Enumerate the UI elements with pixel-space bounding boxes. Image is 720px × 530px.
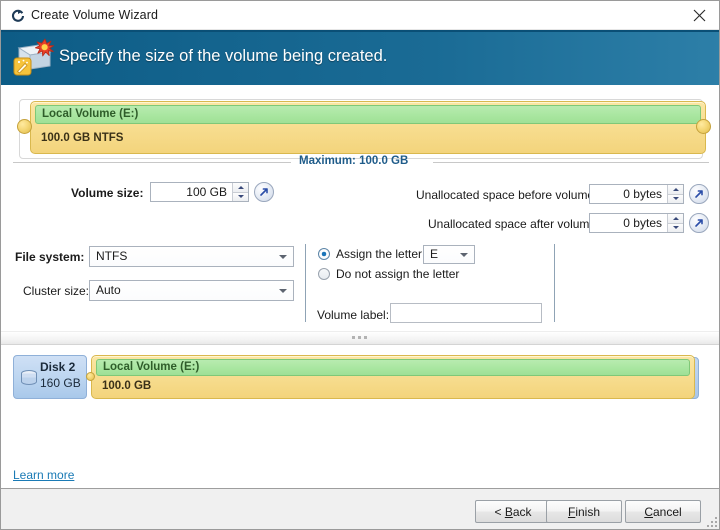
volume-size-input[interactable]: 100 GB (150, 182, 249, 202)
slider-volume-name: Local Volume (E:) (42, 108, 139, 120)
disk-volume-usage-bar: Local Volume (E:) (96, 359, 690, 376)
assign-letter-radio-row[interactable]: Assign the letter: (318, 247, 425, 261)
volume-size-value: 100 GB (186, 185, 227, 199)
disk-row[interactable]: Disk 2 160 GB Local Volume (E:) 100.0 GB (13, 355, 713, 403)
disk-map-panel: Disk 2 160 GB Local Volume (E:) 100.0 GB (1, 346, 719, 456)
drive-letter-select[interactable]: E (423, 245, 475, 264)
cancel-button[interactable]: Cancel (625, 500, 701, 523)
do-not-assign-radio[interactable] (318, 268, 330, 280)
file-system-value: NTFS (96, 249, 128, 263)
volume-size-spin-down[interactable] (233, 192, 248, 201)
chevron-down-icon (460, 253, 468, 257)
resize-grip-icon[interactable] (707, 517, 718, 528)
assign-letter-label: Assign the letter: (336, 247, 426, 261)
create-volume-wizard-window: Create Volume Wizard Specify the size of… (0, 0, 720, 530)
assign-letter-radio[interactable] (318, 248, 330, 260)
file-system-select[interactable]: NTFS (89, 246, 294, 267)
create-volume-icon (11, 36, 55, 78)
dialog-footer: < Back Finish Cancel (1, 488, 719, 529)
unallocated-before-value: 0 bytes (623, 187, 662, 201)
disk-volume-block[interactable]: Local Volume (E:) 100.0 GB (91, 355, 695, 399)
disk-volume-handle[interactable] (86, 372, 95, 381)
panel-separator-left (305, 244, 306, 322)
drive-letter-value: E (430, 247, 439, 261)
chevron-down-icon (279, 255, 287, 259)
cluster-size-select[interactable]: Auto (89, 280, 294, 301)
volume-size-spin-up[interactable] (233, 183, 248, 193)
disk-capacity: 160 GB (40, 376, 81, 390)
finish-button-label: Finish (567, 504, 601, 519)
splitter-grip-icon (352, 336, 367, 339)
banner-heading: Specify the size of the volume being cre… (59, 47, 388, 65)
unallocated-after-label: Unallocated space after volume: (428, 217, 600, 231)
slider-handle-right[interactable] (696, 119, 711, 134)
unallocated-before-spin-down[interactable] (668, 194, 683, 203)
unallocated-before-label: Unallocated space before volume: (416, 188, 598, 202)
disk-name: Disk 2 (40, 360, 76, 374)
window-title: Create Volume Wizard (31, 8, 159, 22)
chevron-down-icon (279, 289, 287, 293)
unallocated-after-input[interactable]: 0 bytes (589, 213, 684, 233)
unallocated-after-spin-down[interactable] (668, 223, 683, 232)
unallocated-before-spinner[interactable] (667, 185, 683, 203)
title-bar: Create Volume Wizard (1, 1, 719, 30)
maximum-label: Maximum: 100.0 GB (299, 155, 409, 167)
disk-stack-icon (19, 368, 39, 388)
finish-button[interactable]: Finish (546, 500, 622, 523)
slider-volume-size-text: 100.0 GB NTFS (41, 132, 124, 144)
back-button[interactable]: < Back (475, 500, 551, 523)
volume-label-input[interactable] (390, 303, 542, 323)
learn-more-link[interactable]: Learn more (13, 468, 74, 482)
unallocated-before-spin-up[interactable] (668, 185, 683, 195)
close-icon[interactable] (677, 1, 719, 29)
cluster-size-value: Auto (96, 283, 121, 297)
slider-track: Local Volume (E:) 100.0 GB NTFS (19, 99, 706, 159)
disk-volume-size: 100.0 GB (102, 380, 152, 392)
do-not-assign-radio-row[interactable]: Do not assign the letter (318, 267, 459, 281)
disk-volume-name: Local Volume (E:) (103, 361, 200, 373)
unallocated-before-input[interactable]: 0 bytes (589, 184, 684, 204)
volume-size-label: Volume size: (71, 186, 144, 200)
volume-label-label: Volume label: (317, 308, 390, 322)
disk-header[interactable]: Disk 2 160 GB (13, 355, 87, 399)
slider-volume-block[interactable]: Local Volume (E:) 100.0 GB NTFS (30, 101, 706, 154)
wizard-banner: Specify the size of the volume being cre… (1, 30, 719, 85)
maximum-group-line: Maximum: 100.0 GB (13, 155, 709, 169)
unallocated-after-spin-up[interactable] (668, 214, 683, 224)
unallocated-before-maximize-button[interactable] (689, 184, 709, 204)
slider-volume-usage-bar: Local Volume (E:) (35, 105, 701, 124)
panel-separator-right (554, 244, 555, 322)
unallocated-after-spinner[interactable] (667, 214, 683, 232)
unallocated-after-value: 0 bytes (623, 216, 662, 230)
banner-top-accent (1, 30, 719, 32)
cancel-button-label: Cancel (644, 504, 682, 519)
do-not-assign-label: Do not assign the letter (336, 267, 460, 281)
volume-size-spinner[interactable] (232, 183, 248, 201)
volume-size-maximize-button[interactable] (254, 182, 274, 202)
group-line-right (433, 162, 709, 163)
cluster-size-label: Cluster size: (23, 284, 90, 298)
file-system-label: File system: (15, 250, 85, 264)
slider-handle-left[interactable] (17, 119, 32, 134)
unallocated-after-maximize-button[interactable] (689, 213, 709, 233)
group-line-left (13, 162, 291, 163)
volume-wizard-icon (11, 9, 25, 23)
panel-splitter[interactable] (1, 331, 719, 345)
back-button-label: < Back (494, 504, 532, 519)
